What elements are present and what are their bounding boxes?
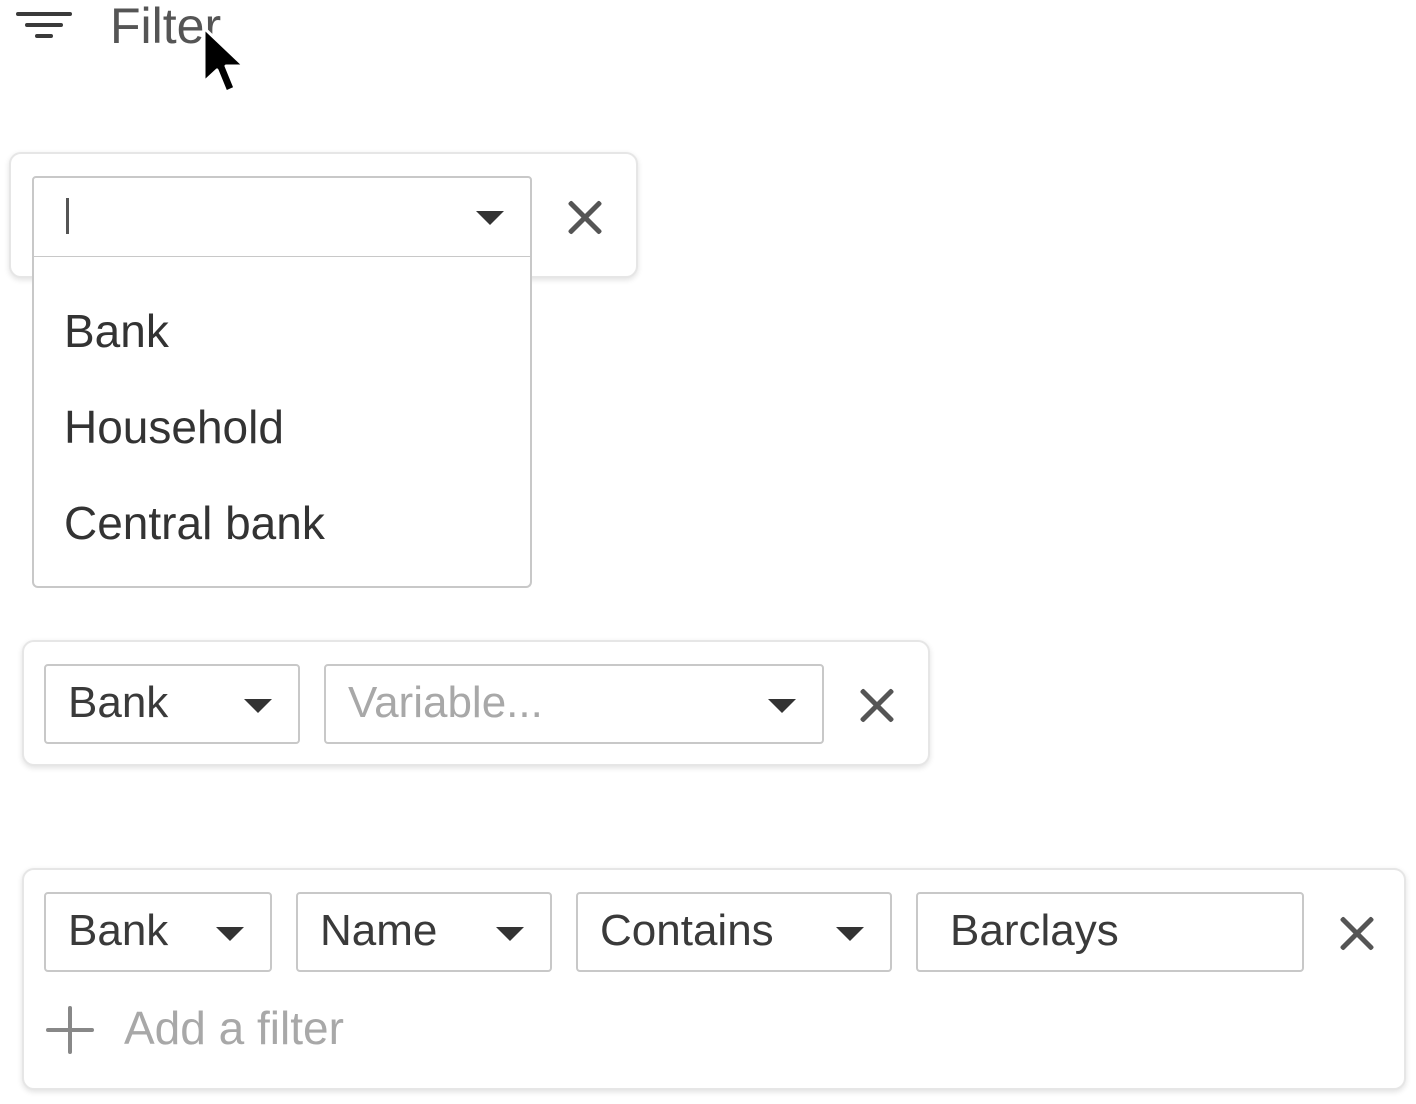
entity-select-value: Bank [68,906,169,955]
variable-select[interactable]: Variable... [324,664,824,744]
operator-select[interactable]: Contains [576,892,892,972]
filter-select-input[interactable] [32,176,532,258]
field-select[interactable]: Name [296,892,552,972]
variable-placeholder: Variable... [348,678,543,727]
dropdown-menu: Bank Household Central bank [32,257,532,588]
plus-icon[interactable] [46,1006,94,1054]
filter-icon[interactable] [16,6,72,42]
dropdown-option-household[interactable]: Household [64,397,284,457]
close-icon[interactable] [563,196,607,240]
mouse-cursor-icon [202,26,246,94]
dropdown-option-bank[interactable]: Bank [64,301,169,361]
filter-value-input[interactable]: Barclays [916,892,1304,972]
filter-value-text: Barclays [950,906,1119,955]
operator-select-value: Contains [600,906,774,955]
entity-select[interactable]: Bank [44,664,300,744]
close-icon[interactable] [1335,912,1379,956]
chevron-down-icon[interactable] [216,927,244,941]
close-icon[interactable] [855,684,899,728]
add-filter-button[interactable]: Add a filter [124,998,344,1058]
chevron-down-icon[interactable] [476,211,504,225]
chevron-down-icon[interactable] [836,927,864,941]
field-select-value: Name [320,906,438,955]
chevron-down-icon[interactable] [244,699,272,713]
entity-select-value: Bank [68,678,169,727]
chevron-down-icon[interactable] [768,699,796,713]
text-cursor [66,198,69,234]
chevron-down-icon[interactable] [496,927,524,941]
entity-select[interactable]: Bank [44,892,272,972]
dropdown-option-central-bank[interactable]: Central bank [64,493,325,553]
